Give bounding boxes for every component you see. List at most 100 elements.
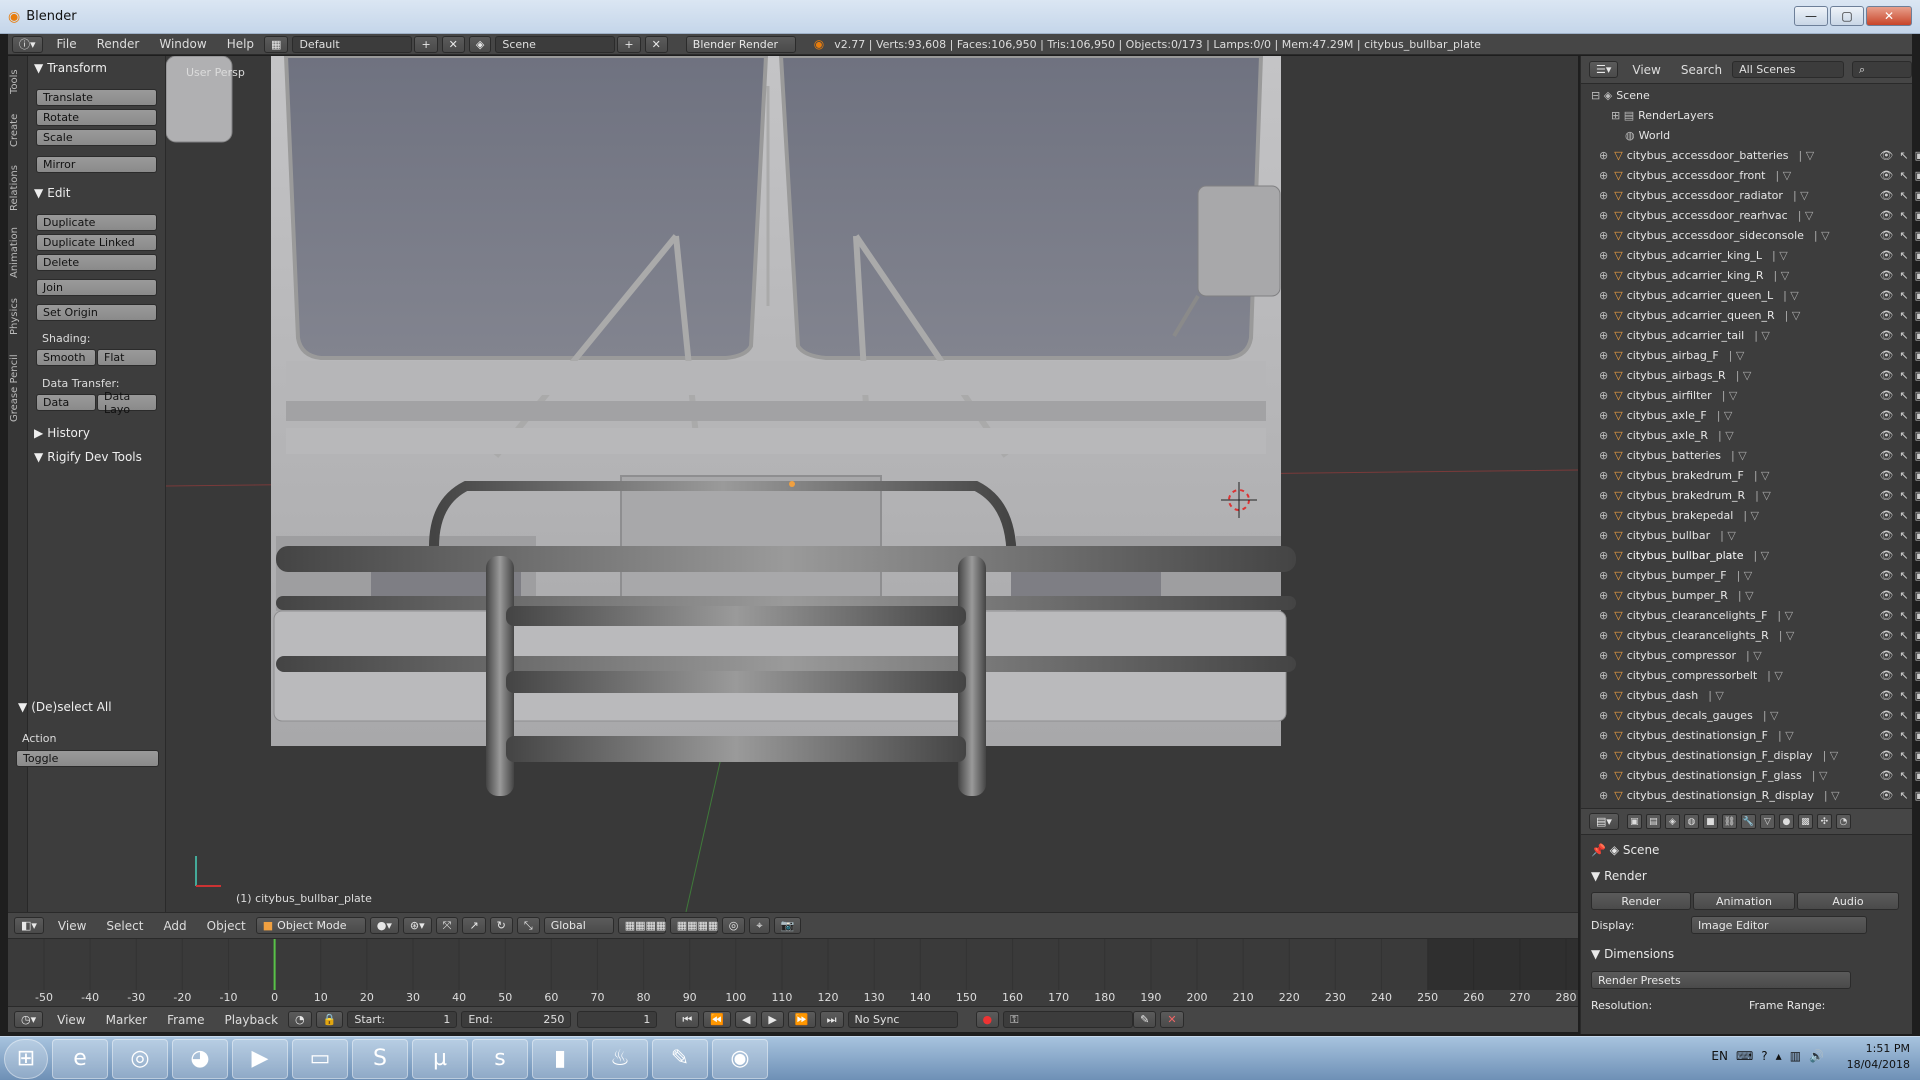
expand-icon[interactable]: ⊕ <box>1599 229 1608 242</box>
visibility-eye-icon[interactable]: 👁 <box>1879 589 1893 602</box>
visibility-eye-icon[interactable]: 👁 <box>1879 649 1893 662</box>
tab-physics[interactable]: Physics <box>9 292 27 342</box>
viewport-select-menu[interactable]: Select <box>96 919 153 933</box>
proportional-edit-icon[interactable]: ◎ <box>721 917 746 934</box>
render-camera-icon[interactable]: ▣ <box>1915 249 1920 262</box>
timeline-playback-menu[interactable]: Playback <box>214 1013 288 1027</box>
scene-add-icon[interactable]: + <box>617 35 641 53</box>
viewport-add-menu[interactable]: Add <box>153 919 196 933</box>
flat-button[interactable]: Flat <box>97 349 157 366</box>
menu-render[interactable]: Render <box>87 37 150 51</box>
object-tab-icon[interactable]: ■ <box>1702 814 1718 829</box>
windows-start-icon[interactable]: ⊞ <box>4 1038 48 1079</box>
select-cursor-icon[interactable]: ↖ <box>1899 629 1908 642</box>
sync-dropdown[interactable]: No Sync <box>847 1011 958 1028</box>
outliner-object-row[interactable]: ⊕ ▽ citybus_accessdoor_rearhvac | ▽ 👁 ↖ ▣ <box>1599 205 1920 225</box>
texture-tab-icon[interactable]: ▩ <box>1797 814 1813 829</box>
render-camera-icon[interactable]: ▣ <box>1915 209 1920 222</box>
select-cursor-icon[interactable]: ↖ <box>1899 729 1908 742</box>
visibility-eye-icon[interactable]: 👁 <box>1879 389 1893 402</box>
lock-range-icon[interactable]: 🔒 <box>315 1011 344 1028</box>
visibility-eye-icon[interactable]: 👁 <box>1879 409 1893 422</box>
jump-end-icon[interactable]: ⏭ <box>819 1011 844 1028</box>
select-cursor-icon[interactable]: ↖ <box>1899 309 1908 322</box>
outliner-object-row[interactable]: ⊕ ▽ citybus_bumper_F | ▽ 👁 ↖ ▣ <box>1599 565 1920 585</box>
visibility-eye-icon[interactable]: 👁 <box>1879 429 1893 442</box>
scene-remove-icon[interactable]: ✕ <box>644 35 668 53</box>
render-button[interactable]: Render <box>1591 892 1691 910</box>
render-layers-tab-icon[interactable]: ▤ <box>1645 814 1661 829</box>
outliner-object-row[interactable]: ⊕ ▽ citybus_accessdoor_front | ▽ 👁 ↖ ▣ <box>1599 165 1920 185</box>
render-camera-icon[interactable]: ▣ <box>1915 229 1920 242</box>
select-cursor-icon[interactable]: ↖ <box>1899 229 1908 242</box>
pin-icon[interactable]: 📌 <box>1591 843 1606 857</box>
scene-tab-icon[interactable]: ◈ <box>1664 814 1680 829</box>
steam-icon[interactable]: ♨ <box>592 1038 648 1079</box>
outliner-object-row[interactable]: ⊕ ▽ citybus_clearancelights_F | ▽ 👁 ↖ ▣ <box>1599 605 1920 625</box>
visibility-eye-icon[interactable]: 👁 <box>1879 749 1893 762</box>
render-camera-icon[interactable]: ▣ <box>1915 449 1920 462</box>
visibility-eye-icon[interactable]: 👁 <box>1879 609 1893 622</box>
tab-tools[interactable]: Tools <box>9 64 27 100</box>
expand-icon[interactable]: ⊕ <box>1599 349 1608 362</box>
outliner-object-row[interactable]: ⊕ ▽ citybus_destinationsign_R_display | ▽ 👁 ↖… <box>1599 785 1920 805</box>
select-cursor-icon[interactable]: ↖ <box>1899 749 1908 762</box>
render-camera-icon[interactable]: ▣ <box>1915 689 1920 702</box>
visibility-eye-icon[interactable]: 👁 <box>1879 549 1893 562</box>
scene-icon[interactable]: ◈ <box>468 35 492 53</box>
outliner-object-row[interactable]: ⊕ ▽ citybus_axle_R | ▽ 👁 ↖ ▣ <box>1599 425 1920 445</box>
select-cursor-icon[interactable]: ↖ <box>1899 429 1908 442</box>
3d-viewport[interactable] <box>166 56 1578 912</box>
delete-keyframe-icon[interactable]: ✕ <box>1160 1011 1184 1028</box>
visibility-eye-icon[interactable]: 👁 <box>1879 629 1893 642</box>
select-cursor-icon[interactable]: ↖ <box>1899 569 1908 582</box>
tab-create[interactable]: Create <box>9 108 27 152</box>
select-cursor-icon[interactable]: ↖ <box>1899 289 1908 302</box>
scale-manipulator-icon[interactable]: ⤡ <box>516 917 540 934</box>
rotate-manipulator-icon[interactable]: ↻ <box>489 917 513 934</box>
expand-icon[interactable]: ⊕ <box>1599 289 1608 302</box>
translate-manipulator-icon[interactable]: ↗ <box>462 917 486 934</box>
render-camera-icon[interactable]: ▣ <box>1915 509 1920 522</box>
data-tab-icon[interactable]: ▽ <box>1759 814 1775 829</box>
render-camera-icon[interactable]: ▣ <box>1915 529 1920 542</box>
timeline-view-menu[interactable]: View <box>47 1013 95 1027</box>
select-cursor-icon[interactable]: ↖ <box>1899 209 1908 222</box>
expand-icon[interactable]: ⊕ <box>1599 269 1608 282</box>
keyboard-icon[interactable]: ⌨ <box>1736 1049 1753 1063</box>
render-camera-icon[interactable]: ▣ <box>1915 589 1920 602</box>
render-camera-icon[interactable]: ▣ <box>1915 409 1920 422</box>
render-camera-icon[interactable]: ▣ <box>1915 349 1920 362</box>
render-camera-icon[interactable]: ▣ <box>1915 649 1920 662</box>
render-camera-icon[interactable]: ▣ <box>1915 569 1920 582</box>
render-camera-icon[interactable]: ▣ <box>1915 329 1920 342</box>
layout-selector[interactable]: Default <box>292 35 413 53</box>
timeline-ruler[interactable]: -50 -40 -30 -20 -10 0 10 20 30 40 50 60 70 80 90 100 110… <box>8 990 1578 1006</box>
expand-icon[interactable]: ⊕ <box>1599 529 1608 542</box>
menu-window[interactable]: Window <box>149 37 216 51</box>
layout-add-icon[interactable]: + <box>414 35 438 53</box>
prev-keyframe-icon[interactable]: ⏪ <box>703 1011 731 1028</box>
outliner-world-row[interactable]: ◍ World <box>1621 125 1920 145</box>
outliner-object-row[interactable]: ⊕ ▽ citybus_bullbar | ▽ 👁 ↖ ▣ <box>1599 525 1920 545</box>
orientation-dropdown[interactable]: Global <box>543 917 614 934</box>
menu-help[interactable]: Help <box>217 37 264 51</box>
render-camera-icon[interactable]: ▣ <box>1915 709 1920 722</box>
outliner-renderlayers-row[interactable]: ⊞ ▤ RenderLayers <box>1607 105 1917 125</box>
edit-panel-header[interactable]: ▼ Edit <box>34 186 70 200</box>
minimize-button[interactable]: — <box>1794 6 1828 26</box>
render-camera-icon[interactable]: ▣ <box>1915 749 1920 762</box>
expand-icon[interactable]: ⊕ <box>1599 689 1608 702</box>
outliner-object-row[interactable]: ⊕ ▽ citybus_airbag_F | ▽ 👁 ↖ ▣ <box>1599 345 1920 365</box>
visibility-eye-icon[interactable]: 👁 <box>1879 789 1893 802</box>
outliner-object-row[interactable]: ⊕ ▽ citybus_compressor | ▽ 👁 ↖ ▣ <box>1599 645 1920 665</box>
render-engine-dropdown[interactable]: Blender Render <box>685 35 796 53</box>
expand-icon[interactable]: ⊕ <box>1599 329 1608 342</box>
select-cursor-icon[interactable]: ↖ <box>1899 169 1908 182</box>
expand-icon[interactable]: ⊕ <box>1599 669 1608 682</box>
firefox-icon[interactable]: ◕ <box>172 1038 228 1079</box>
render-camera-icon[interactable]: ▣ <box>1915 609 1920 622</box>
manipulator-toggle-icon[interactable]: ⤧ <box>435 917 459 934</box>
physics-tab-icon[interactable]: ◔ <box>1835 814 1851 829</box>
select-cursor-icon[interactable]: ↖ <box>1899 709 1908 722</box>
